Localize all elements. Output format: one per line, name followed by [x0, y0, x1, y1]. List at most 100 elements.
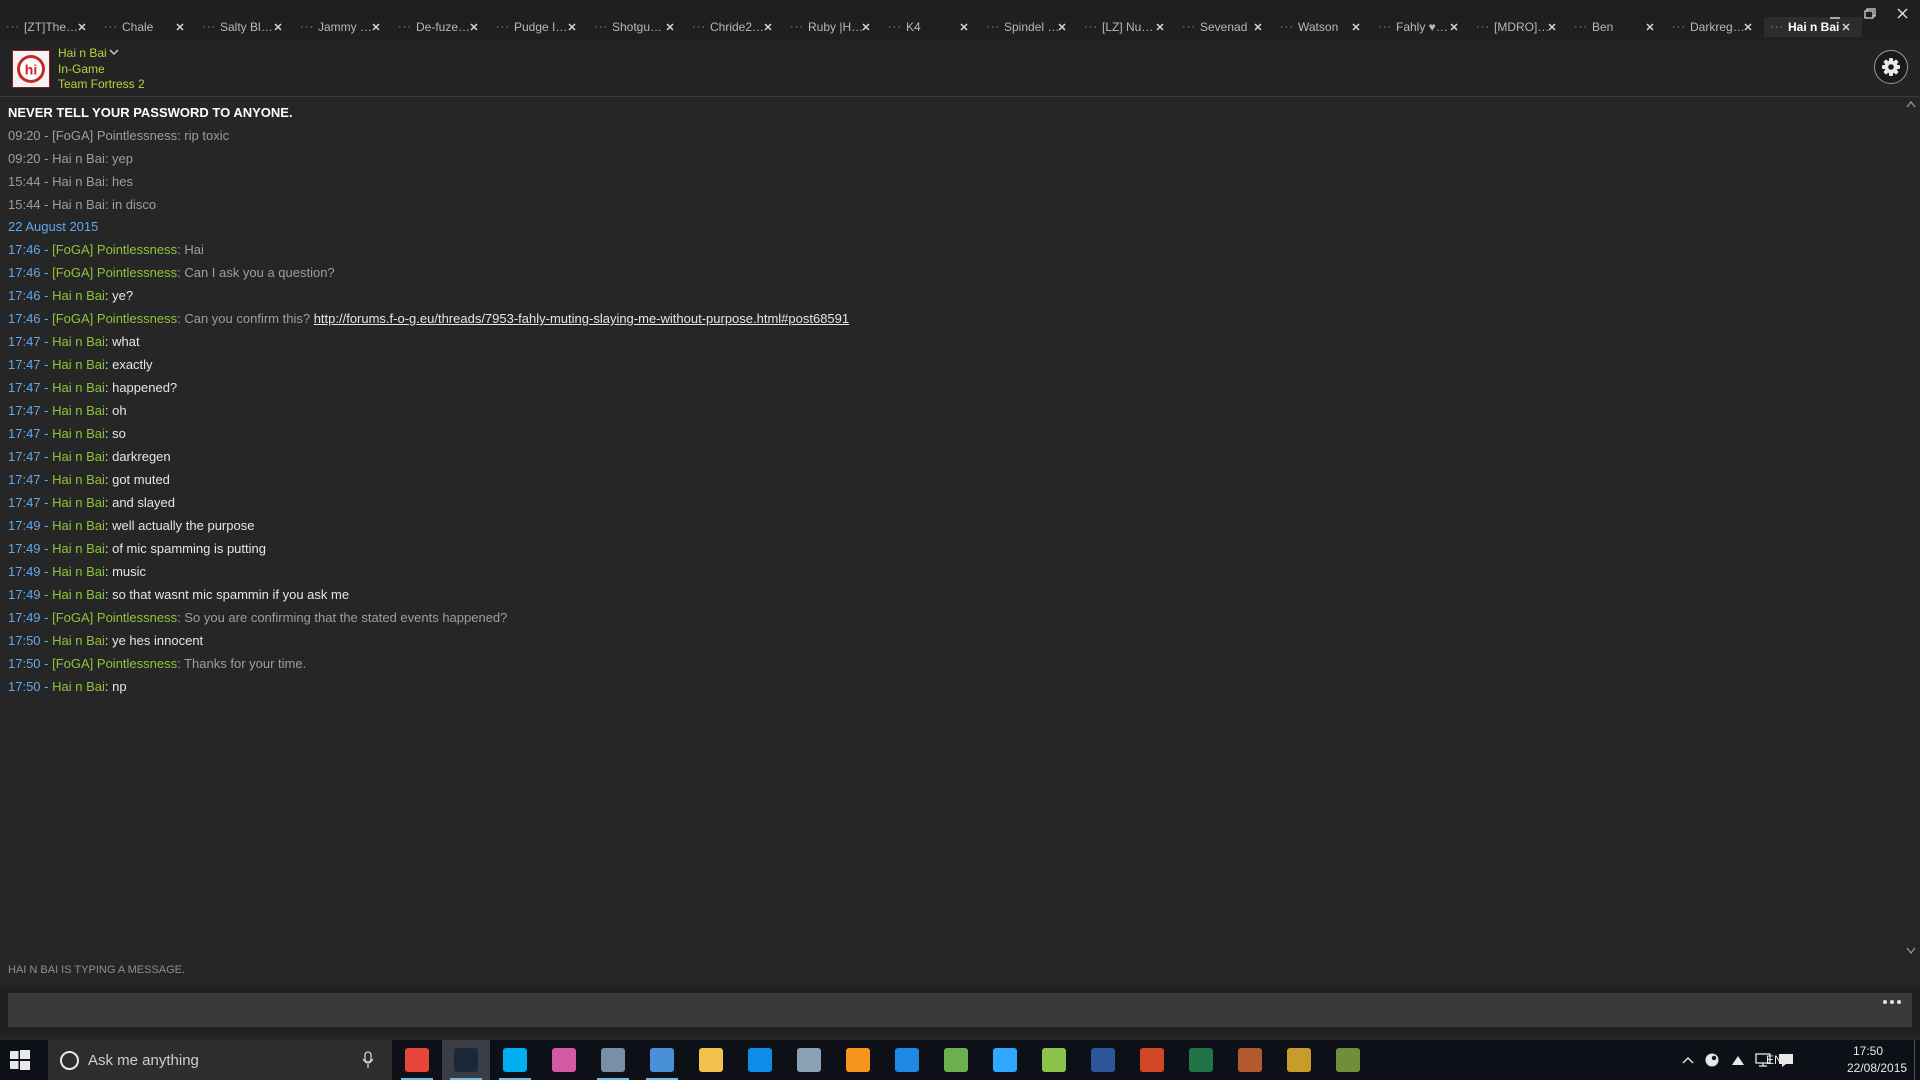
more-options-icon[interactable] — [1880, 997, 1904, 1007]
tab-menu-icon[interactable]: ··· — [1574, 17, 1588, 37]
tab-menu-icon[interactable]: ··· — [398, 17, 412, 37]
taskbar-app-button[interactable] — [1079, 1040, 1127, 1080]
taskbar-app-button[interactable] — [1226, 1040, 1274, 1080]
chat-tab[interactable]: ··· [ZT]The D... — [0, 17, 98, 37]
show-desktop-button[interactable] — [1914, 1040, 1915, 1080]
chat-tab[interactable]: ··· Sevenad — [1176, 17, 1274, 37]
tab-menu-icon[interactable]: ··· — [1476, 17, 1490, 37]
taskbar-app-button[interactable] — [491, 1040, 539, 1080]
tab-menu-icon[interactable]: ··· — [1770, 17, 1784, 37]
message-sender[interactable]: [FoGA] Pointlessness — [52, 265, 177, 280]
cortana-search-box[interactable]: Ask me anything — [48, 1040, 392, 1080]
tab-menu-icon[interactable]: ··· — [1672, 17, 1686, 37]
tab-close-button[interactable] — [1742, 17, 1754, 37]
message-sender[interactable]: Hai n Bai — [52, 679, 105, 694]
taskbar-app-button[interactable] — [834, 1040, 882, 1080]
taskbar-app-button[interactable] — [1177, 1040, 1225, 1080]
chat-tab[interactable]: ··· Shotgun_... — [588, 17, 686, 37]
taskbar-app-button[interactable] — [1030, 1040, 1078, 1080]
taskbar-app-button[interactable] — [883, 1040, 931, 1080]
message-sender[interactable]: [FoGA] Pointlessness — [52, 656, 177, 671]
chat-tab[interactable]: ··· Ben — [1568, 17, 1666, 37]
clock-time[interactable]: 17:50 — [1853, 1044, 1883, 1058]
tab-menu-icon[interactable]: ··· — [986, 17, 1000, 37]
tab-close-button[interactable] — [1154, 17, 1166, 37]
message-sender[interactable]: Hai n Bai — [52, 587, 105, 602]
taskbar-app-button[interactable] — [932, 1040, 980, 1080]
settings-button[interactable] — [1874, 50, 1908, 84]
message-sender[interactable]: Hai n Bai — [52, 380, 105, 395]
chat-tab[interactable]: ··· Chride2k8... — [686, 17, 784, 37]
scroll-up-icon[interactable] — [1906, 100, 1916, 108]
message-sender[interactable]: [FoGA] Pointlessness — [52, 242, 177, 257]
tab-close-button[interactable] — [468, 17, 480, 37]
chat-tab[interactable]: ··· Salty Blan... — [196, 17, 294, 37]
chat-tab[interactable]: ··· [MDRO]M... — [1470, 17, 1568, 37]
taskbar-app-button[interactable] — [638, 1040, 686, 1080]
message-sender[interactable]: Hai n Bai — [52, 564, 105, 579]
tab-menu-icon[interactable]: ··· — [6, 17, 20, 37]
chat-tab[interactable]: ··· De-fuze is... — [392, 17, 490, 37]
tab-menu-icon[interactable]: ··· — [1182, 17, 1196, 37]
chat-tab[interactable]: ··· Chale — [98, 17, 196, 37]
tab-close-button[interactable] — [958, 17, 970, 37]
message-sender[interactable]: Hai n Bai — [52, 518, 105, 533]
tab-menu-icon[interactable]: ··· — [1084, 17, 1098, 37]
chat-tab[interactable]: ··· Jammy D... — [294, 17, 392, 37]
tab-menu-icon[interactable]: ··· — [496, 17, 510, 37]
taskbar-app-button[interactable] — [687, 1040, 735, 1080]
minimize-button[interactable] — [1818, 4, 1852, 24]
clock-date[interactable]: 22/08/2015 — [1847, 1061, 1907, 1075]
message-link[interactable]: http://forums.f-o-g.eu/threads/7953-fahl… — [314, 311, 849, 326]
tab-close-button[interactable] — [76, 17, 88, 37]
tab-close-button[interactable] — [1252, 17, 1264, 37]
message-sender[interactable]: Hai n Bai — [52, 495, 105, 510]
restore-button[interactable] — [1852, 4, 1886, 24]
window-close-button[interactable] — [1886, 4, 1920, 24]
tab-close-button[interactable] — [1350, 17, 1362, 37]
steam-tray-icon[interactable] — [1704, 1052, 1720, 1068]
tab-menu-icon[interactable]: ··· — [1280, 17, 1294, 37]
tab-close-button[interactable] — [1056, 17, 1068, 37]
taskbar-app-button[interactable] — [981, 1040, 1029, 1080]
tab-menu-icon[interactable]: ··· — [790, 17, 804, 37]
friend-name[interactable]: Hai n Bai — [58, 46, 107, 60]
taskbar-app-button[interactable] — [736, 1040, 784, 1080]
tab-menu-icon[interactable]: ··· — [300, 17, 314, 37]
message-input[interactable] — [8, 993, 1912, 1027]
message-sender[interactable]: Hai n Bai — [52, 472, 105, 487]
tab-menu-icon[interactable]: ··· — [202, 17, 216, 37]
tab-close-button[interactable] — [664, 17, 676, 37]
tab-close-button[interactable] — [370, 17, 382, 37]
tab-close-button[interactable] — [1546, 17, 1558, 37]
tab-close-button[interactable] — [762, 17, 774, 37]
chat-log[interactable]: NEVER TELL YOUR PASSWORD TO ANYONE. 09:2… — [0, 97, 1898, 957]
taskbar-app-button[interactable] — [589, 1040, 637, 1080]
windows-start-icon[interactable] — [10, 1050, 30, 1070]
taskbar-app-button[interactable] — [442, 1040, 490, 1080]
chat-tab[interactable]: ··· Watson — [1274, 17, 1372, 37]
chevron-down-icon[interactable] — [109, 49, 119, 56]
message-sender[interactable]: Hai n Bai — [52, 357, 105, 372]
scroll-down-icon[interactable] — [1906, 947, 1916, 955]
taskbar-app-button[interactable] — [540, 1040, 588, 1080]
taskbar-app-button[interactable] — [1324, 1040, 1372, 1080]
language-indicator[interactable]: ENG — [1766, 1053, 1792, 1067]
message-sender[interactable]: Hai n Bai — [52, 541, 105, 556]
tab-close-button[interactable] — [566, 17, 578, 37]
message-sender[interactable]: [FoGA] Pointlessness — [52, 311, 177, 326]
chat-tab[interactable]: ··· Spindel th... — [980, 17, 1078, 37]
taskbar-app-button[interactable] — [1275, 1040, 1323, 1080]
tab-close-button[interactable] — [1448, 17, 1460, 37]
chat-tab[interactable]: ··· K4 — [882, 17, 980, 37]
microphone-icon[interactable] — [362, 1051, 374, 1069]
message-sender[interactable]: Hai n Bai — [52, 633, 105, 648]
message-sender[interactable]: [FoGA] Pointlessness — [52, 610, 177, 625]
chat-tab[interactable]: ··· Ruby |Hiv... — [784, 17, 882, 37]
message-sender[interactable]: Hai n Bai — [52, 288, 105, 303]
message-sender[interactable]: Hai n Bai — [52, 426, 105, 441]
tab-close-button[interactable] — [174, 17, 186, 37]
taskbar-app-button[interactable] — [785, 1040, 833, 1080]
chat-tab[interactable]: ··· Darkregen — [1666, 17, 1764, 37]
tab-menu-icon[interactable]: ··· — [692, 17, 706, 37]
